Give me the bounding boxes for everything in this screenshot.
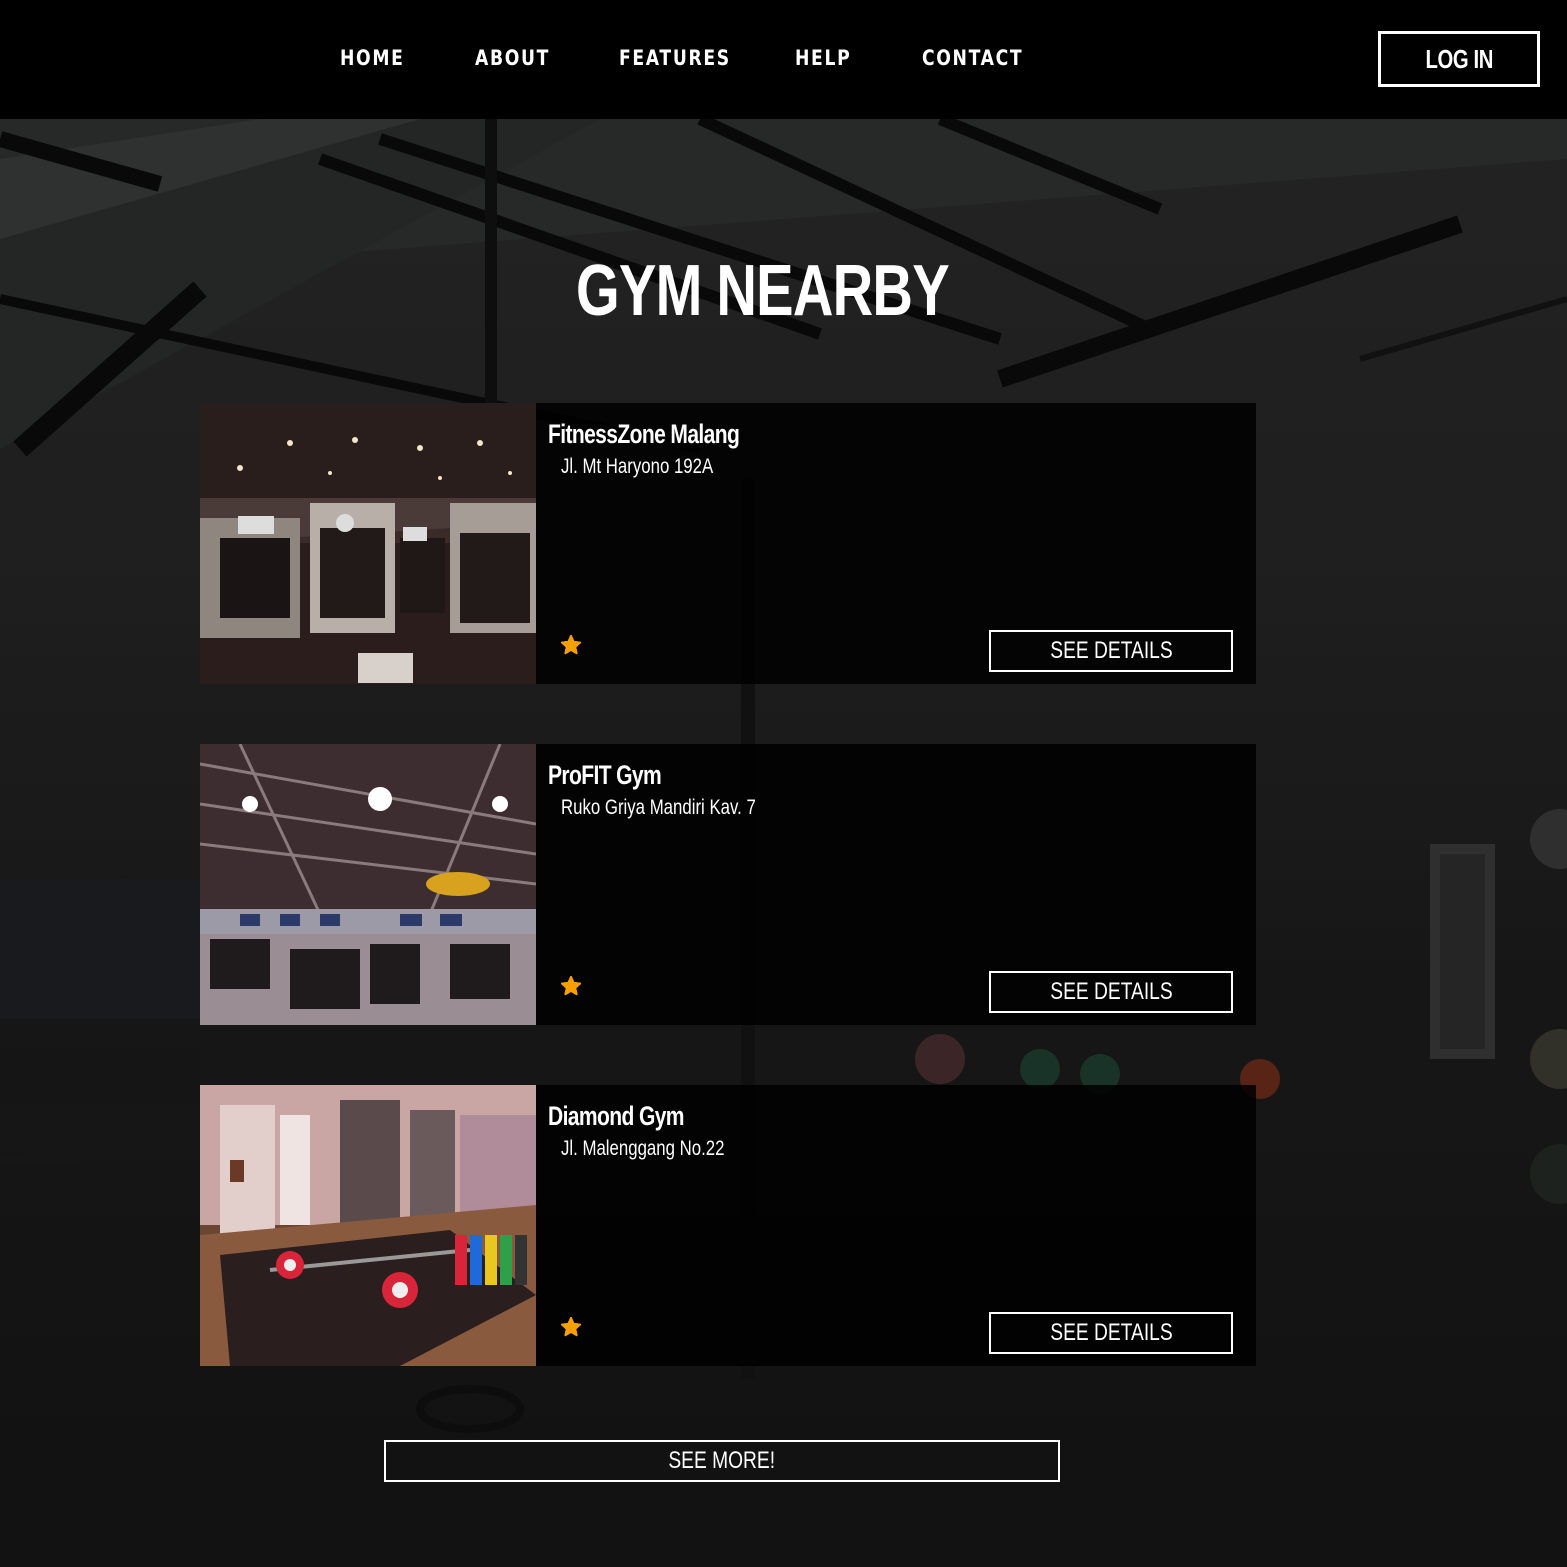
gym-name[interactable]: ProFIT Gym <box>548 760 662 791</box>
gym-address: Jl. Malenggang No.22 <box>561 1137 725 1160</box>
gym-photo <box>200 403 536 684</box>
login-button-label: LOG IN <box>1425 43 1493 74</box>
gym-card: FitnessZone Malang Jl. Mt Haryono 192A S… <box>200 403 1256 684</box>
nav-help-link[interactable]: HELP <box>795 46 851 70</box>
see-details-button[interactable]: SEE DETAILS <box>989 1312 1233 1354</box>
page-title: GYM NEARBY <box>576 251 950 331</box>
see-details-button[interactable]: SEE DETAILS <box>989 971 1233 1013</box>
nav-home-link[interactable]: HOME <box>340 46 405 70</box>
see-details-label: SEE DETAILS <box>1049 637 1173 664</box>
top-navbar: HOME ABOUT FEATURES HELP CONTACT LOG IN <box>0 0 1567 119</box>
gym-name[interactable]: Diamond Gym <box>548 1101 685 1132</box>
gym-name[interactable]: FitnessZone Malang <box>548 419 740 450</box>
gym-address: Jl. Mt Haryono 192A <box>561 455 714 478</box>
nav-contact-link[interactable]: CONTACT <box>922 46 1023 70</box>
gym-address: Ruko Griya Mandiri Kav. 7 <box>561 796 756 819</box>
see-details-label: SEE DETAILS <box>1049 1319 1173 1346</box>
nav-features-link[interactable]: FEATURES <box>619 46 731 70</box>
see-details-button[interactable]: SEE DETAILS <box>989 630 1233 672</box>
nav-about-link[interactable]: ABOUT <box>475 46 550 70</box>
gym-photo <box>200 744 536 1025</box>
see-more-button[interactable]: SEE MORE! <box>384 1440 1060 1482</box>
star-filled-icon <box>561 976 581 996</box>
gym-photo <box>200 1085 536 1366</box>
see-more-label: SEE MORE! <box>668 1447 776 1474</box>
hero-section: GYM NEARBY FitnessZone Malang Jl. Mt Har… <box>0 119 1567 1567</box>
see-details-label: SEE DETAILS <box>1049 978 1173 1005</box>
gym-card: ProFIT Gym Ruko Griya Mandiri Kav. 7 SEE… <box>200 744 1256 1025</box>
star-outline-icon <box>561 635 581 655</box>
login-button[interactable]: LOG IN <box>1378 31 1540 87</box>
star-outline-icon <box>561 1317 581 1337</box>
gym-card: Diamond Gym Jl. Malenggang No.22 SEE DET… <box>200 1085 1256 1366</box>
